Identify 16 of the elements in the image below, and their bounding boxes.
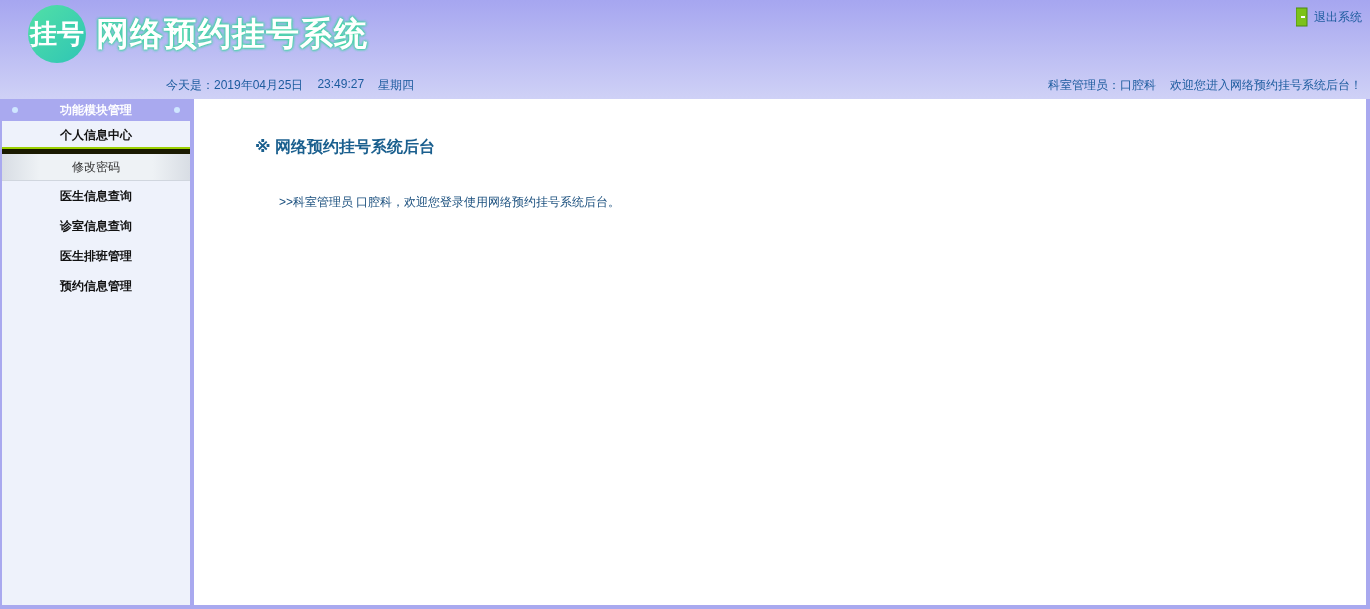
welcome-text: 欢迎您进入网络预约挂号系统后台！ — [1170, 77, 1362, 94]
logo-badge: 挂号 — [28, 5, 86, 63]
sidebar-header: 功能模块管理 — [2, 99, 190, 121]
sidebar-item[interactable]: 诊室信息查询 — [2, 211, 190, 241]
time-text: 23:49:27 — [317, 77, 365, 93]
welcome-message: >>科室管理员 口腔科，欢迎您登录使用网络预约挂号系统后台。 — [279, 194, 621, 211]
page-heading: ※ 网络预约挂号系统后台 — [255, 137, 435, 157]
sidebar-item[interactable]: 医生信息查询 — [2, 181, 190, 211]
sidebar-subitem[interactable]: 修改密码 — [2, 154, 190, 181]
date-text: 今天是：2019年04月25日 — [166, 77, 304, 94]
user-text: 科室管理员：口腔科 — [1048, 77, 1156, 94]
weekday-text: 星期四 — [378, 77, 415, 94]
sidebar-item[interactable]: 预约信息管理 — [2, 271, 190, 301]
sidebar-item[interactable]: 医生排班管理 — [2, 241, 190, 271]
site-title: 网络预约挂号系统 — [96, 13, 368, 54]
door-icon — [1296, 7, 1308, 27]
